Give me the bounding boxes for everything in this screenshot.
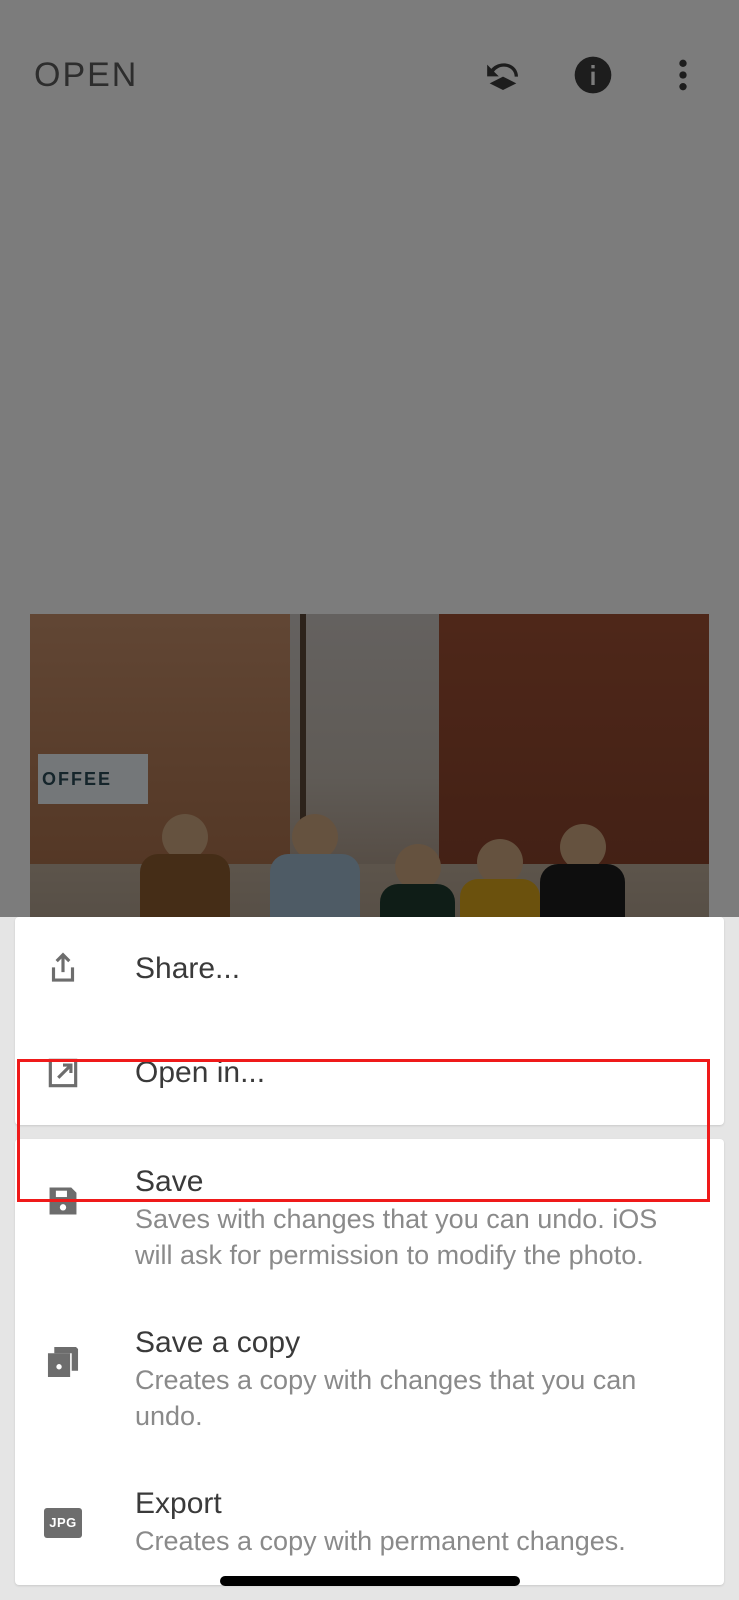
- save-subtitle: Saves with changes that you can undo. iO…: [135, 1201, 690, 1274]
- save-label: Save: [135, 1165, 690, 1199]
- jpg-icon: JPG: [37, 1497, 89, 1549]
- open-in-icon: [37, 1047, 89, 1099]
- save-row[interactable]: Save Saves with changes that you can und…: [15, 1139, 724, 1300]
- share-label: Share...: [135, 952, 690, 986]
- share-row[interactable]: Share...: [15, 917, 724, 1021]
- export-action-sheet: Share... Open in... Save Saves with c: [0, 917, 739, 1600]
- export-row[interactable]: JPG Export Creates a copy with permanent…: [15, 1461, 724, 1585]
- save-copy-label: Save a copy: [135, 1326, 690, 1360]
- share-icon: [37, 943, 89, 995]
- open-in-row[interactable]: Open in...: [15, 1021, 724, 1125]
- open-in-label: Open in...: [135, 1056, 690, 1090]
- export-label: Export: [135, 1487, 690, 1521]
- jpg-badge-text: JPG: [44, 1508, 82, 1538]
- sheet-group-2: Save Saves with changes that you can und…: [15, 1139, 724, 1585]
- home-indicator[interactable]: [220, 1576, 520, 1586]
- save-icon: [37, 1175, 89, 1227]
- save-copy-icon: [37, 1336, 89, 1388]
- export-subtitle: Creates a copy with permanent changes.: [135, 1523, 690, 1559]
- save-copy-row[interactable]: Save a copy Creates a copy with changes …: [15, 1300, 724, 1461]
- save-copy-subtitle: Creates a copy with changes that you can…: [135, 1362, 690, 1435]
- sheet-group-1: Share... Open in...: [15, 917, 724, 1125]
